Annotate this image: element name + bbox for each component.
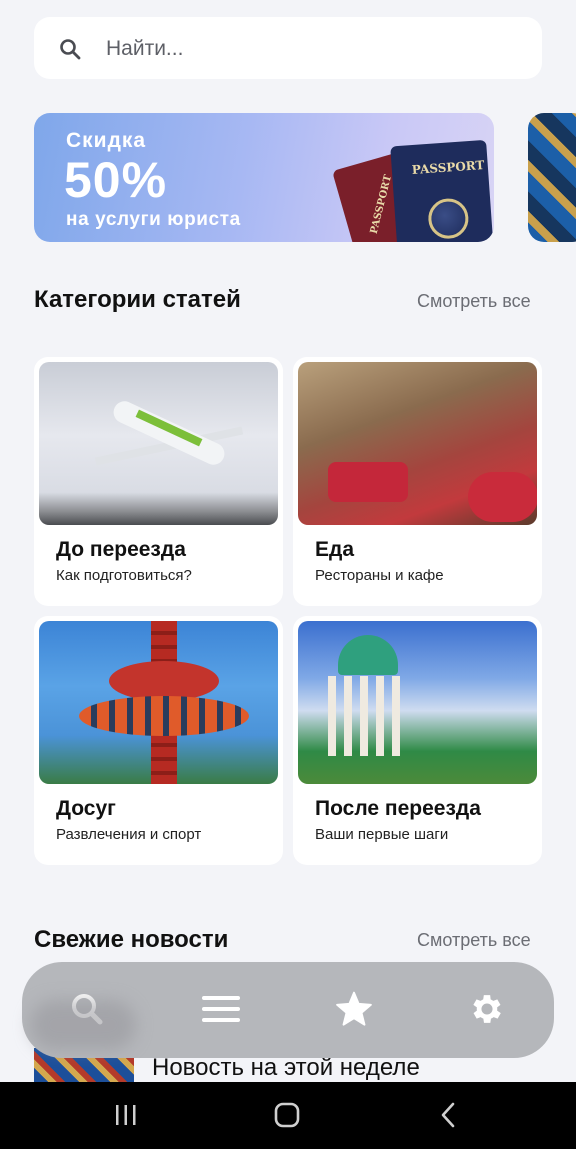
- promo-banner-lawyer-discount[interactable]: Скидка 50% на услуги юриста PASSPORT PAS…: [34, 113, 494, 242]
- system-navigation-bar: [0, 1082, 576, 1149]
- home-icon[interactable]: [274, 1102, 300, 1133]
- passport-text-red: PASSPORT: [368, 173, 395, 236]
- scroll-shadow: [30, 1000, 136, 1050]
- promo-banner-next[interactable]: [528, 113, 576, 242]
- category-title: Досуг: [56, 797, 116, 820]
- category-title: Еда: [315, 538, 355, 561]
- search-input[interactable]: Найти...: [106, 37, 183, 61]
- category-subtitle: Рестораны и кафе: [315, 567, 444, 584]
- nav-menu-button[interactable]: [201, 989, 241, 1029]
- promo-carousel[interactable]: Скидка 50% на услуги юриста PASSPORT PAS…: [34, 113, 576, 242]
- search-bar[interactable]: Найти...: [34, 17, 542, 79]
- banner-discount-value: 50%: [64, 152, 168, 208]
- categories-see-all-link[interactable]: Смотреть все: [417, 291, 531, 312]
- nav-settings-button[interactable]: [467, 989, 507, 1029]
- news-see-all-link[interactable]: Смотреть все: [417, 930, 531, 951]
- banner-discount-subject: на услуги юриста: [66, 209, 241, 230]
- category-subtitle: Как подготовиться?: [56, 567, 192, 584]
- recents-icon[interactable]: [114, 1102, 138, 1133]
- category-subtitle: Развлечения и спорт: [56, 826, 202, 843]
- category-title: До переезда: [56, 538, 186, 561]
- category-image-restaurant: [298, 362, 537, 525]
- nav-favorites-button[interactable]: [334, 989, 374, 1029]
- banner-discount-label: Скидка: [66, 129, 147, 152]
- passport-text-blue: PASSPORT: [411, 157, 485, 178]
- category-title: После переезда: [315, 797, 481, 820]
- news-item-title[interactable]: Новость на этой неделе: [152, 1054, 420, 1082]
- menu-icon: [202, 996, 240, 1022]
- category-card-food[interactable]: Еда Рестораны и кафе: [293, 357, 542, 606]
- back-icon[interactable]: [440, 1102, 458, 1133]
- category-image-amusement-ride: [39, 621, 278, 784]
- globe-icon: [427, 197, 470, 240]
- category-card-before-move[interactable]: До переезда Как подготовиться?: [34, 357, 283, 606]
- passport-image-blue: PASSPORT: [390, 139, 494, 242]
- category-image-airplane: [39, 362, 278, 525]
- news-title: Свежие новости: [34, 926, 229, 953]
- star-icon: [336, 991, 372, 1026]
- category-subtitle: Ваши первые шаги: [315, 826, 449, 843]
- gear-icon: [473, 995, 501, 1023]
- search-icon: [58, 37, 82, 61]
- category-card-leisure[interactable]: Досуг Развлечения и спорт: [34, 616, 283, 865]
- categories-title: Категории статей: [34, 286, 241, 313]
- category-image-monument: [298, 621, 537, 784]
- category-card-after-move[interactable]: После переезда Ваши первые шаги: [293, 616, 542, 865]
